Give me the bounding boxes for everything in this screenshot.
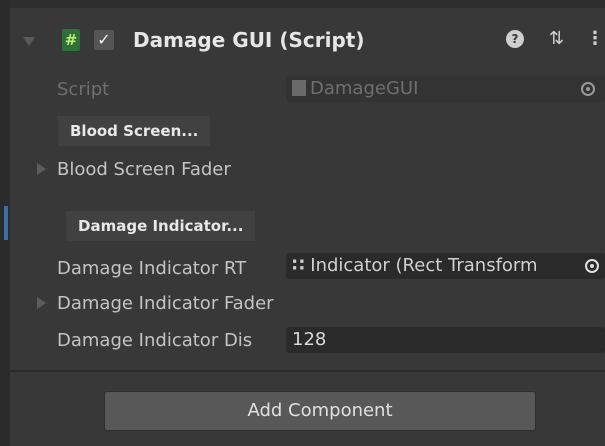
menu-icon[interactable]: ⋮ <box>586 28 604 49</box>
script-file-icon <box>292 80 306 96</box>
preset-icon[interactable]: ⇅ <box>549 28 564 49</box>
help-icon[interactable]: ? <box>506 30 524 48</box>
script-icon: # <box>62 29 80 51</box>
foldout-arrow-icon[interactable] <box>37 163 46 175</box>
selection-marker <box>4 206 8 240</box>
script-field: DamageGUI <box>286 76 605 102</box>
top-divider <box>10 0 605 8</box>
component-title[interactable]: Damage GUI (Script) <box>133 28 364 52</box>
damage-indicator-rt-value: Indicator (Rect Transform <box>310 255 538 276</box>
damage-indicator-fader-label[interactable]: Damage Indicator Fader <box>57 293 274 314</box>
damage-indicator-rt-field[interactable]: ∷ Indicator (Rect Transform <box>286 253 605 279</box>
damage-indicator-button[interactable]: Damage Indicator... <box>66 211 256 241</box>
object-picker-icon[interactable] <box>585 259 599 273</box>
component-divider <box>10 370 605 372</box>
rect-transform-icon: ∷ <box>292 255 305 276</box>
object-picker-icon <box>581 82 595 96</box>
damage-indicator-dis-input[interactable]: 128 <box>286 327 605 353</box>
blood-screen-button[interactable]: Blood Screen... <box>58 116 211 146</box>
add-component-button[interactable]: Add Component <box>104 391 536 431</box>
script-label: Script <box>57 79 110 100</box>
collapse-chevron-icon[interactable] <box>23 37 35 46</box>
damage-indicator-rt-label: Damage Indicator RT <box>57 258 247 279</box>
foldout-arrow-icon[interactable] <box>37 297 46 309</box>
enabled-checkbox[interactable]: ✓ <box>94 30 114 50</box>
damage-indicator-dis-label: Damage Indicator Dis <box>57 330 253 351</box>
script-value: DamageGUI <box>310 78 419 99</box>
blood-screen-fader-label[interactable]: Blood Screen Fader <box>57 159 231 180</box>
